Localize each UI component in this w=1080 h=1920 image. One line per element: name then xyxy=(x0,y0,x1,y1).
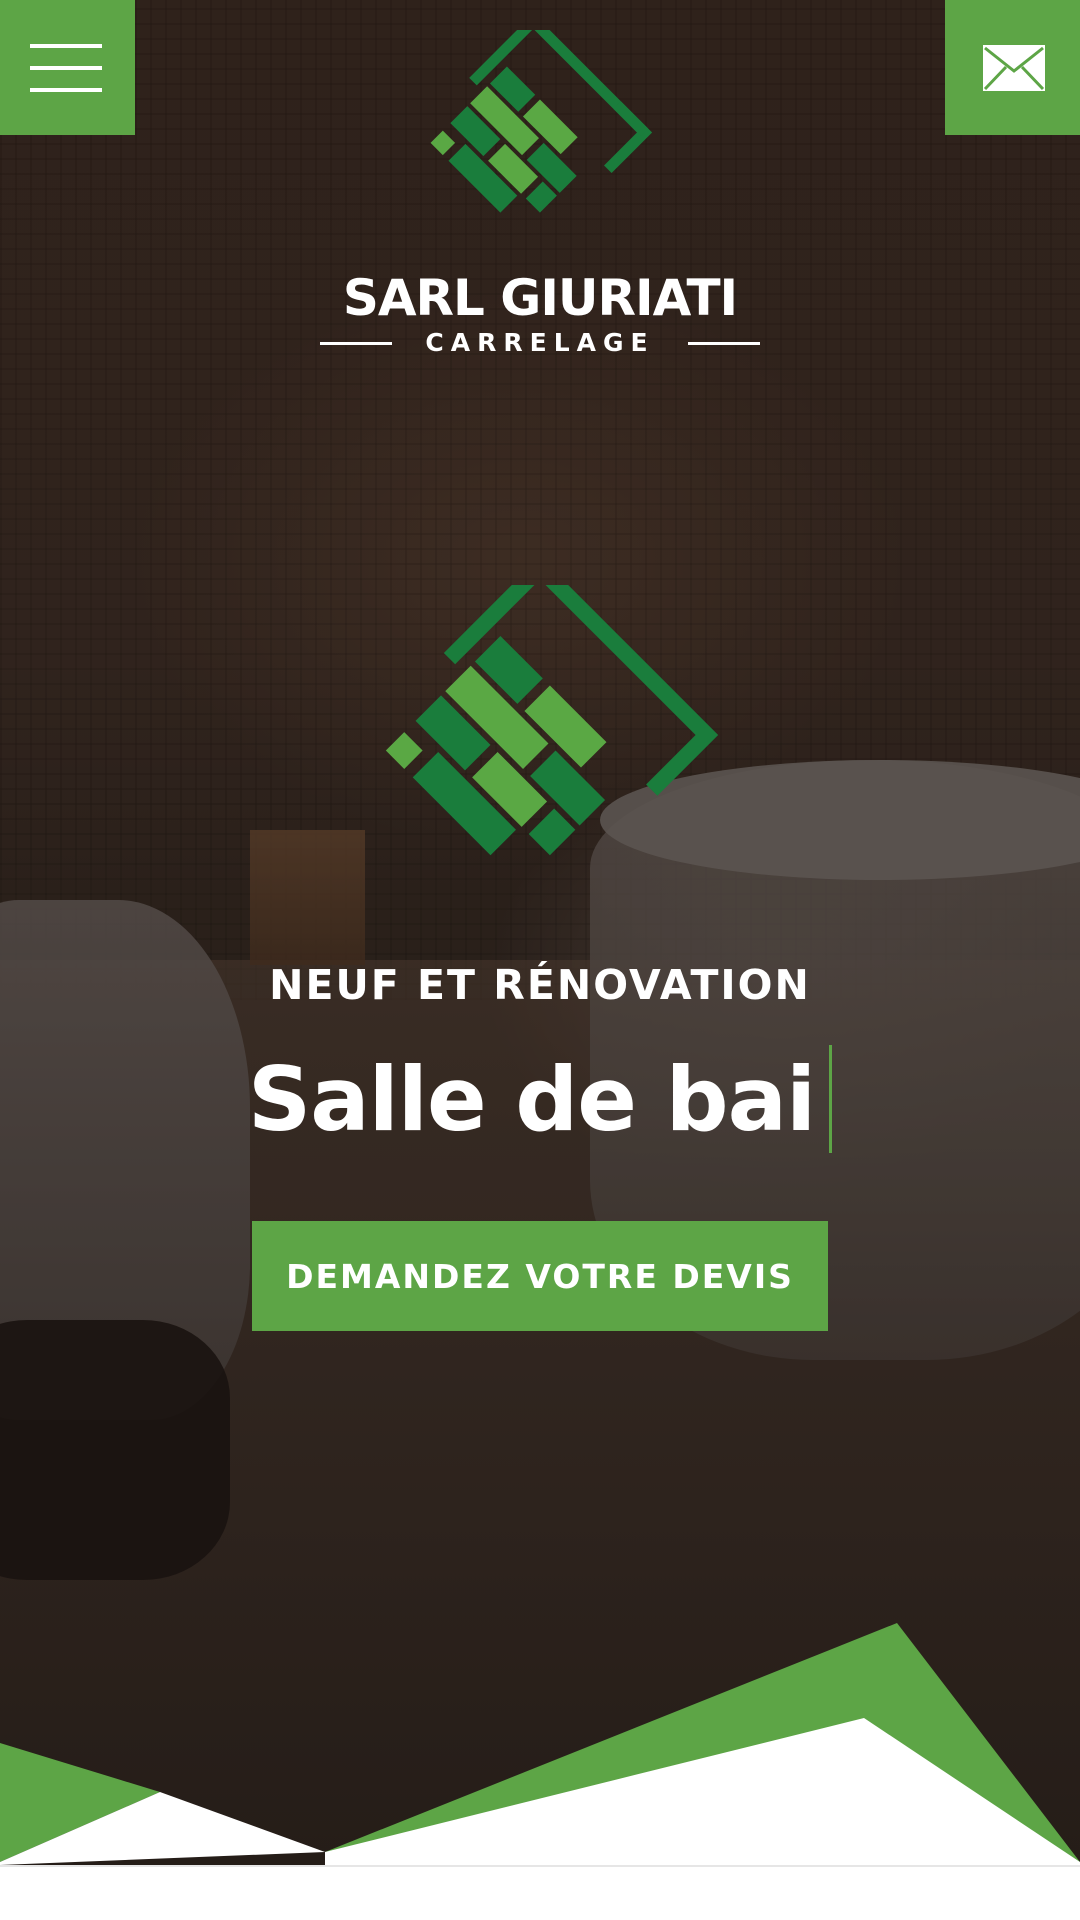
request-quote-button[interactable]: DEMANDEZ VOTRE DEVIS xyxy=(252,1221,828,1331)
page: SARL GIURIATI CARRELAGE NEUF ET RÉNOVATI… xyxy=(0,0,1080,1920)
section-divider-shape xyxy=(0,1623,1080,1865)
brand-subtitle-row: CARRELAGE xyxy=(320,328,760,358)
brand-name: SARL GIURIATI xyxy=(342,269,738,327)
brand-logo[interactable]: SARL GIURIATI CARRELAGE xyxy=(290,30,790,357)
contact-mail-button[interactable] xyxy=(945,0,1080,135)
hero-kicker: NEUF ET RÉNOVATION xyxy=(269,961,811,1009)
typing-caret xyxy=(829,1045,833,1153)
envelope-icon xyxy=(983,45,1045,91)
hero-headline-row: Salle de bai xyxy=(0,1045,1080,1155)
next-section-top xyxy=(0,1865,1080,1920)
hero-headline: Salle de bai xyxy=(247,1048,816,1151)
brand-subtitle-line-right xyxy=(688,342,760,345)
brand-logo-mark-icon xyxy=(430,30,653,213)
menu-button[interactable] xyxy=(0,0,135,135)
hero-logo-mark-icon xyxy=(385,585,719,856)
